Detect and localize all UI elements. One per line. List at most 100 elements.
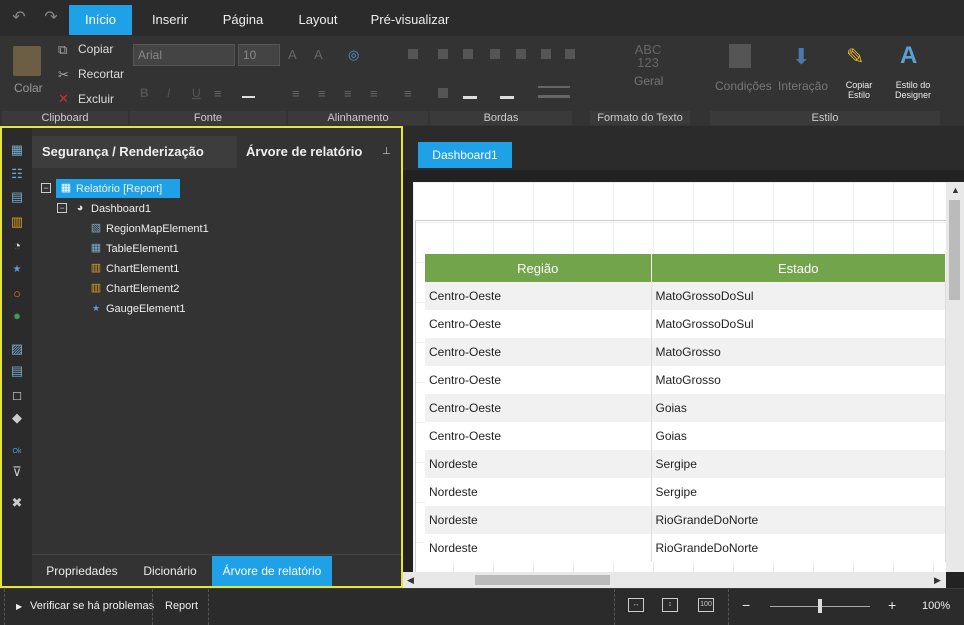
fit-height-icon[interactable]: ↕	[662, 598, 678, 612]
filter-tool-icon[interactable]: ⊽	[9, 464, 25, 480]
group-fonte: Fonte	[130, 111, 286, 125]
tab-inserir[interactable]: Inserir	[142, 5, 198, 35]
font-family-select[interactable]: Arial	[133, 44, 235, 66]
font-grow-icon[interactable]: A	[288, 47, 297, 62]
table-row: Nordeste RioGrandeDoNorte	[425, 534, 946, 562]
vertical-scrollbar[interactable]: ▲	[946, 182, 964, 572]
font-color-icon[interactable]	[242, 96, 255, 98]
align-bottom-icon[interactable]	[516, 49, 526, 59]
panel-tool-icon[interactable]: □	[9, 388, 25, 404]
delete-button[interactable]: Excluir	[78, 92, 114, 106]
cell-regiao: Nordeste	[425, 450, 652, 478]
tab-propriedades[interactable]: Propriedades	[38, 556, 126, 586]
tab-arvore-relatorio-bottom[interactable]: Árvore de relatório	[212, 556, 332, 586]
align-left-icon[interactable]: ≡	[292, 86, 300, 101]
pin-icon[interactable]: ⊥	[382, 146, 391, 157]
align-justify-icon[interactable]	[541, 49, 551, 59]
wrap-icon[interactable]	[565, 49, 575, 59]
tree-node-regionmap[interactable]: RegionMapElement1	[106, 220, 209, 238]
report-status-button[interactable]: Report	[165, 600, 198, 612]
interaction-button[interactable]: Interação	[778, 79, 828, 93]
tab-layout[interactable]: Layout	[289, 5, 347, 35]
zoom-out-icon[interactable]: −	[742, 597, 750, 613]
cards-tool-icon[interactable]: ☷	[9, 166, 25, 182]
tab-pagina[interactable]: Página	[214, 5, 272, 35]
align-top-left-icon[interactable]	[408, 49, 418, 59]
column-header-estado[interactable]: Estado	[651, 254, 946, 282]
tab-dashboard1[interactable]: Dashboard1	[418, 142, 512, 168]
scroll-right-icon[interactable]: ▶	[934, 575, 941, 586]
tab-inicio[interactable]: Início	[69, 5, 132, 35]
design-canvas-area: Região Estado Centro-Oeste MatoGrossoDoSu…	[403, 170, 964, 588]
align-top-right-icon[interactable]	[463, 49, 473, 59]
horizontal-scrollbar[interactable]: ◀ ▶	[403, 572, 946, 588]
border-color-icon[interactable]	[500, 96, 514, 99]
pivot-tool-icon[interactable]: ▤	[9, 189, 25, 205]
column-header-regiao[interactable]: Região	[425, 254, 652, 282]
tree-node-table[interactable]: TableElement1	[106, 240, 179, 258]
collapse-report-icon[interactable]: −	[41, 183, 51, 193]
image-tool-icon[interactable]: ▨	[9, 341, 25, 357]
underline-button[interactable]: U	[192, 86, 201, 100]
progress-tool-icon[interactable]: ○	[9, 286, 25, 302]
cut-button[interactable]: Recortar	[78, 67, 124, 81]
font-shrink-icon[interactable]: A	[314, 47, 323, 62]
align-middle-icon[interactable]	[490, 49, 500, 59]
tree-node-gauge[interactable]: GaugeElement1	[106, 300, 186, 318]
fill-color-icon[interactable]	[463, 96, 477, 99]
collapse-dashboard-icon[interactable]: −	[57, 203, 67, 213]
tree-node-dashboard[interactable]: Dashboard1	[91, 200, 151, 218]
align-center-icon[interactable]: ≡	[318, 86, 326, 101]
check-problems-button[interactable]: Verificar se há problemas	[30, 600, 154, 612]
paste-icon[interactable]	[13, 46, 41, 76]
scroll-left-icon[interactable]: ◀	[407, 575, 414, 586]
designer-style-button[interactable]: Estilo do Designer	[890, 80, 936, 100]
align-top-center-icon[interactable]	[438, 49, 448, 59]
italic-button[interactable]: I	[167, 86, 170, 100]
chart-tool-icon[interactable]: ▥	[9, 214, 25, 230]
undo-icon[interactable]: ↶	[10, 9, 28, 27]
conditions-button[interactable]: Condições	[715, 79, 772, 93]
copy-style-button[interactable]: Copiar Estilo	[838, 80, 880, 100]
paste-button[interactable]: Colar	[14, 81, 43, 95]
align-right-icon[interactable]: ≡	[344, 86, 352, 101]
designer-style-icon: A	[900, 42, 918, 69]
tree-node-chart2[interactable]: ChartElement2	[106, 280, 179, 298]
format-general-button[interactable]: Geral	[634, 74, 663, 88]
tab-arvore-relatorio[interactable]: Árvore de relatório	[246, 136, 362, 168]
tree-node-report[interactable]: Relatório [Report]	[76, 180, 162, 198]
copy-button[interactable]: Copiar	[78, 42, 113, 56]
indicator-tool-icon[interactable]: ★	[9, 262, 25, 278]
justify-icon[interactable]: ≡	[370, 86, 378, 101]
tab-seguranca-renderizacao[interactable]: Segurança / Renderização	[42, 136, 204, 168]
table-element[interactable]: Região Estado Centro-Oeste MatoGrossoDoSu…	[425, 254, 946, 562]
tab-pre-visualizar[interactable]: Pré-visualizar	[365, 5, 455, 35]
button-tool-icon[interactable]: Ok	[9, 444, 25, 460]
vertical-scroll-thumb[interactable]	[949, 200, 960, 300]
border-icon[interactable]	[438, 88, 448, 98]
bold-button[interactable]: B	[140, 86, 149, 100]
tab-dicionario[interactable]: Dicionário	[132, 556, 208, 586]
scroll-up-icon[interactable]: ▲	[951, 185, 960, 195]
zoom-100-icon[interactable]: 100	[698, 598, 714, 612]
text-tool-icon[interactable]: ▤	[9, 363, 25, 379]
map-tool-icon[interactable]: ●	[9, 308, 25, 324]
shape-tool-icon[interactable]: ◆	[9, 410, 25, 426]
fit-width-icon[interactable]: ↔	[628, 598, 644, 612]
dashboard-canvas[interactable]: Região Estado Centro-Oeste MatoGrossoDoSu…	[413, 182, 946, 572]
rotate-icon[interactable]: ◎	[348, 47, 359, 63]
group-estilo: Estilo	[710, 111, 940, 125]
font-size-select[interactable]: 10	[238, 44, 280, 66]
valign-top-icon[interactable]: ≡	[404, 86, 412, 101]
zoom-in-icon[interactable]: +	[888, 597, 896, 613]
tree-node-chart1[interactable]: ChartElement1	[106, 260, 179, 278]
redo-icon[interactable]: ↷	[42, 9, 60, 27]
border-style-icon[interactable]	[538, 86, 570, 98]
table-tool-icon[interactable]: ▦	[9, 142, 25, 158]
cell-estado: Sergipe	[651, 478, 946, 506]
settings-tool-icon[interactable]: ✖	[9, 495, 25, 511]
zoom-slider-thumb[interactable]	[818, 599, 822, 613]
horizontal-scroll-thumb[interactable]	[475, 575, 610, 585]
strike-icon[interactable]: ≡	[214, 86, 222, 101]
gauge-tool-icon[interactable]: ◔	[9, 238, 25, 254]
